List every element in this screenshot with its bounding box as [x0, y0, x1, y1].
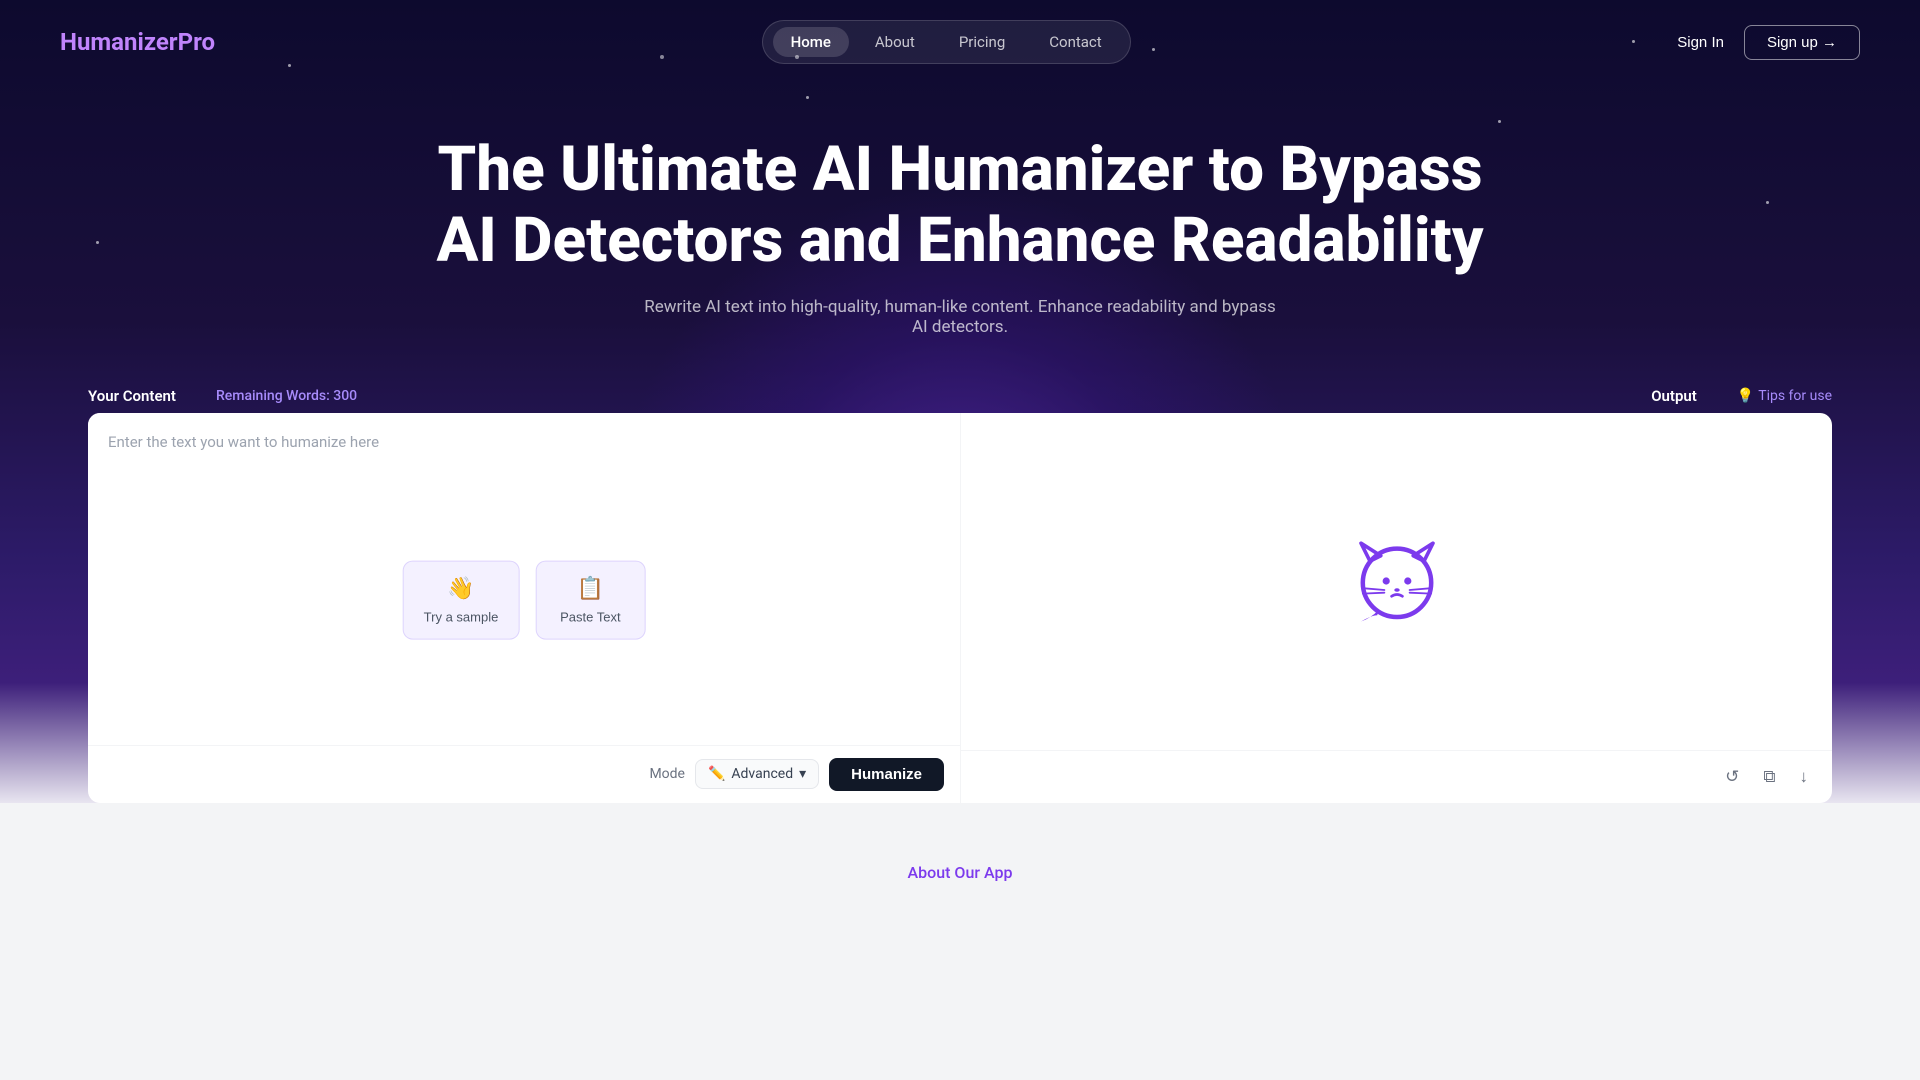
bottom-section: About Our App — [0, 803, 1920, 922]
hero-title-line2: AI Detectors and Enhance Readability — [437, 204, 1484, 277]
output-label: Output — [1651, 387, 1697, 405]
sample-buttons: 👋 Try a sample 📋 Paste Text — [403, 560, 646, 639]
pen-icon: ✏️ — [708, 766, 725, 782]
input-footer: Mode ✏️ Advanced ▾ Humanize — [88, 745, 960, 803]
logo: HumanizerPro — [60, 28, 215, 56]
nav-actions: Sign In Sign up → — [1677, 25, 1860, 60]
about-our-app[interactable]: About Our App — [908, 863, 1013, 882]
copy-button[interactable]: ⧉ — [1759, 763, 1779, 791]
hero-content: The Ultimate AI Humanizer to Bypass AI D… — [0, 84, 1920, 367]
logo-text-black: Humanizer — [60, 28, 178, 56]
refresh-button[interactable]: ↺ — [1721, 763, 1743, 791]
input-panel: 👋 Try a sample 📋 Paste Text Mode ✏️ Adva… — [88, 413, 960, 803]
download-button[interactable]: ↓ — [1796, 763, 1813, 791]
output-panel: ↺ ⧉ ↓ — [960, 413, 1832, 803]
navbar: HumanizerPro Home About Pricing Contact … — [0, 0, 1920, 84]
hero-title-line1: The Ultimate AI Humanizer to Bypass — [437, 133, 1482, 206]
humanize-button[interactable]: Humanize — [829, 758, 944, 791]
wave-icon: 👋 — [447, 575, 474, 601]
mode-value: Advanced — [731, 766, 793, 782]
nav-links: Home About Pricing Contact — [762, 20, 1131, 64]
logo-text-purple: Pro — [178, 28, 215, 56]
input-label: Your Content — [88, 387, 176, 405]
tips-link[interactable]: 💡 Tips for use — [1737, 388, 1832, 404]
mascot-icon — [1352, 536, 1442, 626]
tips-icon: 💡 — [1737, 388, 1754, 404]
nav-pricing[interactable]: Pricing — [941, 27, 1023, 57]
hero-title: The Ultimate AI Humanizer to Bypass AI D… — [20, 134, 1900, 277]
paste-text-label: Paste Text — [560, 609, 620, 624]
hero-subtitle: Rewrite AI text into high-quality, human… — [635, 297, 1285, 337]
paste-text-button[interactable]: 📋 Paste Text — [535, 560, 645, 639]
mode-select[interactable]: ✏️ Advanced ▾ — [695, 759, 819, 789]
editors-row: 👋 Try a sample 📋 Paste Text Mode ✏️ Adva… — [88, 413, 1832, 803]
chevron-down-icon: ▾ — [799, 766, 806, 782]
mode-label: Mode — [649, 766, 685, 782]
nav-contact[interactable]: Contact — [1031, 27, 1119, 57]
clipboard-icon: 📋 — [577, 575, 604, 601]
sign-up-button[interactable]: Sign up → — [1744, 25, 1860, 60]
output-content — [1352, 413, 1442, 750]
tips-text: Tips for use — [1758, 388, 1832, 404]
sign-in-button[interactable]: Sign In — [1677, 34, 1724, 51]
editor-section: Your Content Remaining Words: 300 Output… — [0, 387, 1920, 803]
nav-about[interactable]: About — [857, 27, 933, 57]
output-footer: ↺ ⧉ ↓ — [961, 750, 1832, 803]
remaining-words: Remaining Words: 300 — [216, 388, 357, 404]
nav-home[interactable]: Home — [773, 27, 849, 57]
try-sample-button[interactable]: 👋 Try a sample — [403, 560, 520, 639]
try-sample-label: Try a sample — [424, 609, 499, 624]
